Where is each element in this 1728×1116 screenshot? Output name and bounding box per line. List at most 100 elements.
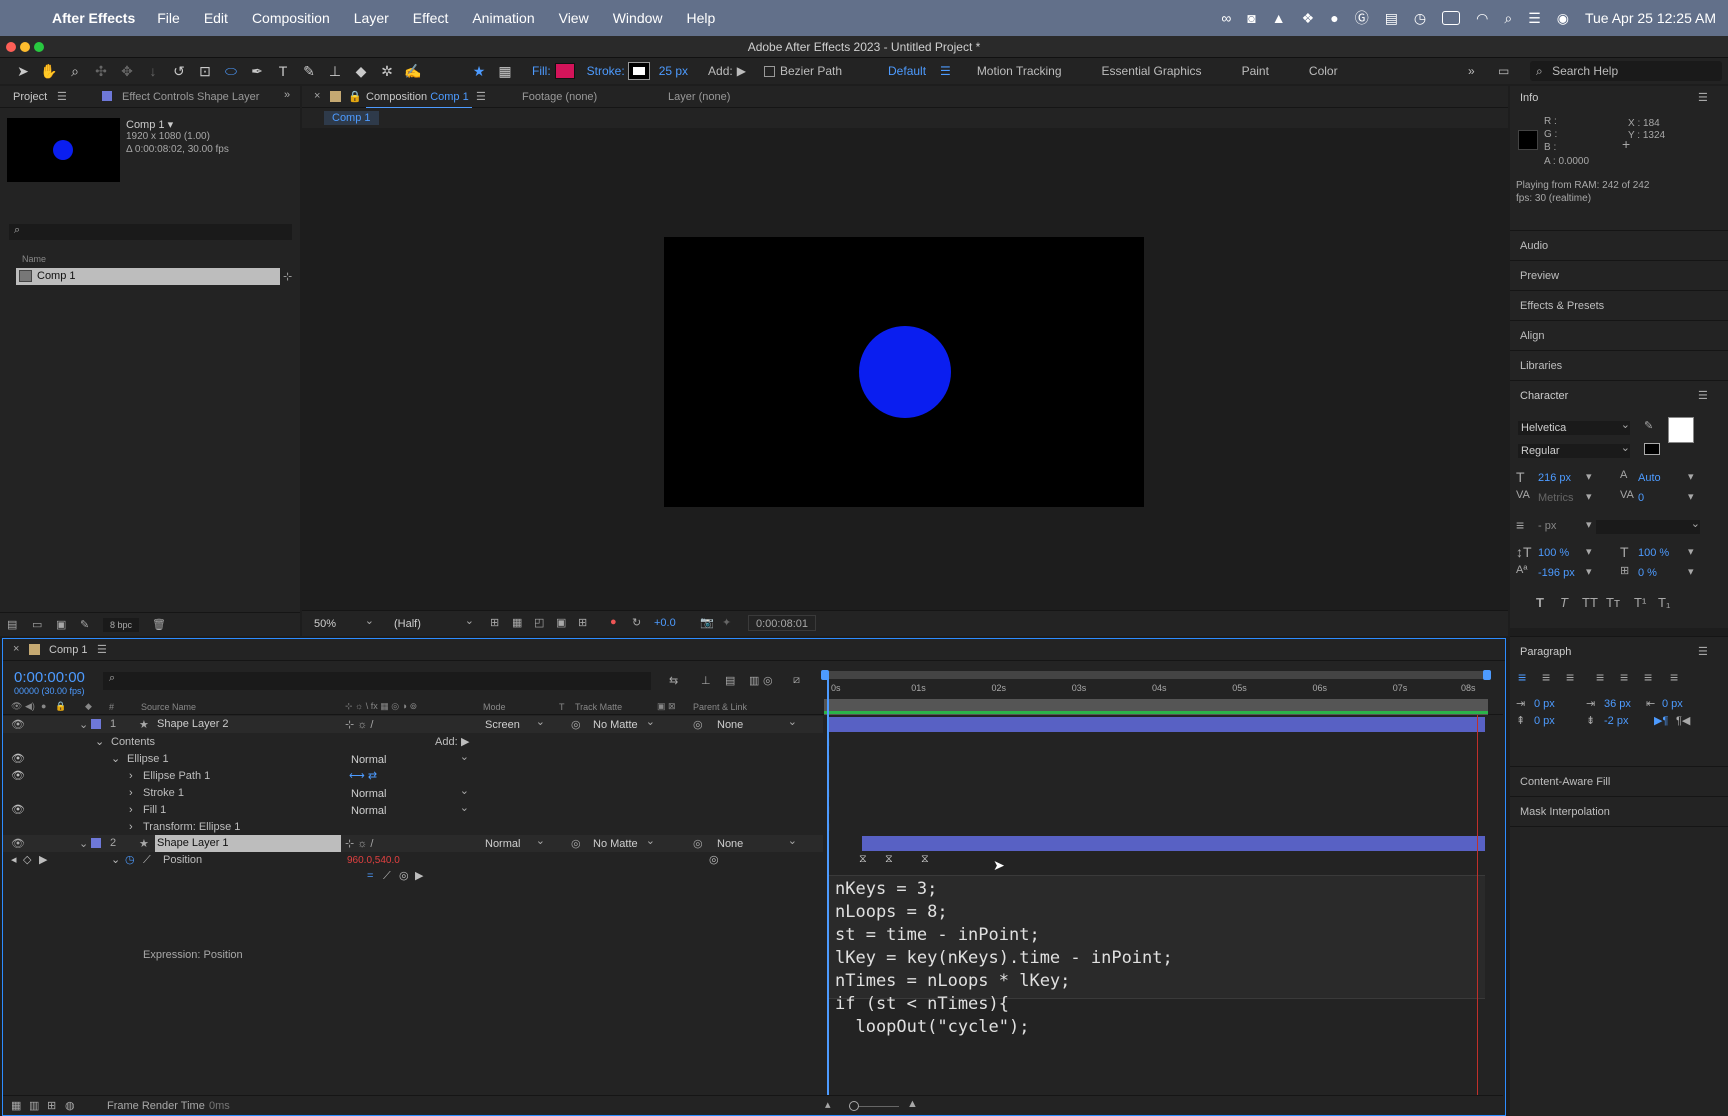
bpc-button[interactable]: 8 bpc <box>103 618 139 632</box>
layer-2-label-swatch[interactable] <box>91 838 101 848</box>
font-family-dropdown[interactable]: Helvetica <box>1518 418 1630 435</box>
kerning-value[interactable]: Metrics <box>1538 492 1573 504</box>
draft-3d-icon[interactable]: ⊥ <box>701 674 711 687</box>
grammarly-icon[interactable]: Ⓖ <box>1355 8 1369 28</box>
menu-help[interactable]: Help <box>687 10 716 26</box>
menu-window[interactable]: Window <box>613 10 663 26</box>
ellipse-group-label[interactable]: Ellipse 1 <box>127 751 169 768</box>
new-composition-icon[interactable]: ▣ <box>56 618 66 631</box>
star-snap-icon[interactable]: ★ <box>466 63 492 80</box>
stroke-blend-dropdown[interactable]: Normal <box>351 784 469 801</box>
workspace-default[interactable]: Default <box>888 64 926 78</box>
app-menu[interactable]: After Effects <box>52 10 135 26</box>
justify-center-icon[interactable]: ≡ <box>1620 669 1628 685</box>
pan-behind-tool-icon[interactable]: ⊡ <box>192 63 218 80</box>
time-machine-icon[interactable]: ◷ <box>1414 10 1426 27</box>
faux-bold-button[interactable]: T <box>1536 595 1544 610</box>
transform-twirl-icon[interactable]: › <box>129 819 133 836</box>
fast-preview-icon[interactable]: ⊞ <box>490 616 499 629</box>
indent-first-value[interactable]: 36 px <box>1604 698 1631 710</box>
expression-line-2[interactable]: nLoops = 8; <box>835 901 1485 924</box>
expression-line-5[interactable]: nTimes = nLoops * lKey; <box>835 970 1485 993</box>
font-size-value[interactable]: 216 px <box>1538 472 1571 484</box>
siri-icon[interactable]: ◉ <box>1557 10 1569 27</box>
menu-composition[interactable]: Composition <box>252 10 330 26</box>
channel-icon[interactable]: ● <box>610 616 617 628</box>
project-item-comp-1[interactable]: Comp 1 <box>16 268 280 285</box>
layer-row-2[interactable]: 👁 ⌄ 2 ★ Shape Layer 1 ⊹ ☼ / Normal ◎ No … <box>3 834 823 852</box>
tab-composition[interactable]: Composition Comp 1 <box>366 91 469 103</box>
show-snapshot-icon[interactable]: ✦ <box>722 616 731 629</box>
transform-label[interactable]: Transform: Ellipse 1 <box>143 819 240 836</box>
keyframe-3[interactable]: ⧖ <box>921 853 929 866</box>
menu-edit[interactable]: Edit <box>204 10 228 26</box>
layer-1-pickwhip-icon[interactable]: ◎ <box>693 718 703 731</box>
panel-menu-icon[interactable]: ☰ <box>57 90 67 103</box>
current-time-display[interactable]: 0:00:08:01 <box>748 615 816 631</box>
panel-effects-presets[interactable]: Effects & Presets <box>1510 290 1728 320</box>
search-help-field[interactable]: ⌕ Search Help <box>1530 61 1722 81</box>
clone-stamp-tool-icon[interactable]: ⊥ <box>322 63 348 80</box>
adjust-icon[interactable]: ✎ <box>80 618 89 631</box>
puppet-tool-icon[interactable]: ✍ <box>400 63 426 80</box>
column-parent-link[interactable]: Parent & Link <box>693 702 747 712</box>
panel-preview[interactable]: Preview <box>1510 260 1728 290</box>
menu-layer[interactable]: Layer <box>354 10 389 26</box>
grid-guides-icon[interactable]: ⊞ <box>578 616 587 629</box>
baseline-shift-dropdown-icon[interactable]: ▾ <box>1586 565 1592 578</box>
panel-audio[interactable]: Audio <box>1510 230 1728 260</box>
tab-footage[interactable]: Footage (none) <box>522 91 597 103</box>
contents-label[interactable]: Contents <box>111 734 155 751</box>
pan-tool-icon[interactable]: ✥ <box>114 63 140 80</box>
layer-2-matte-dropdown[interactable]: No Matte <box>593 834 655 851</box>
exposure-value[interactable]: +0.0 <box>654 617 676 629</box>
control-center-icon[interactable]: ☰ <box>1528 10 1541 27</box>
close-timeline-icon[interactable]: × <box>13 643 19 655</box>
keyframe-next-icon[interactable]: ▶ <box>39 852 47 869</box>
eraser-tool-icon[interactable]: ◆ <box>348 63 374 80</box>
timeline-search-field[interactable]: ⌕ <box>103 672 651 690</box>
small-caps-button[interactable]: Tт <box>1606 595 1620 610</box>
menu-file[interactable]: File <box>157 10 180 26</box>
close-tab-icon[interactable]: × <box>314 90 320 102</box>
justify-all-icon[interactable]: ≡ <box>1670 669 1678 685</box>
fill-twirl-icon[interactable]: › <box>129 802 133 819</box>
paragraph-menu-icon[interactable]: ☰ <box>1698 645 1708 658</box>
leading-dropdown-icon[interactable]: ▾ <box>1688 470 1694 483</box>
all-caps-button[interactable]: TT <box>1582 595 1598 610</box>
timeline-menu-icon[interactable]: ☰ <box>97 643 107 656</box>
fill-label[interactable]: Fill: <box>532 64 551 78</box>
blue-circle-shape[interactable] <box>859 326 951 418</box>
minimize-window-button[interactable] <box>20 42 30 52</box>
menu-effect[interactable]: Effect <box>413 10 449 26</box>
graph-editor-icon[interactable]: ⧄ <box>793 674 800 687</box>
workspace-motion-tracking[interactable]: Motion Tracking <box>977 64 1062 78</box>
motion-blur-toggle-icon[interactable]: ◎ <box>763 674 773 687</box>
render-time-icon[interactable]: ◍ <box>65 1099 75 1112</box>
stroke-style-dropdown[interactable] <box>1596 517 1700 534</box>
comp-mini-flowchart-icon[interactable]: ⇆ <box>669 674 678 687</box>
superscript-button[interactable]: T¹ <box>1634 595 1646 610</box>
hand-tool-icon[interactable]: ✋ <box>36 63 62 80</box>
camera-icon[interactable]: ◙ <box>1247 10 1255 26</box>
layer-1-switches[interactable]: ⊹ ☼ / <box>345 718 373 731</box>
layer-1-matte-dropdown[interactable]: No Matte <box>593 715 655 732</box>
layer-1-twirl-icon[interactable]: ⌄ <box>79 718 88 731</box>
ellipse-twirl-icon[interactable]: ⌄ <box>111 751 120 768</box>
new-folder-icon[interactable]: ▭ <box>32 618 42 631</box>
transparency-grid-icon[interactable]: ▦ <box>512 616 522 629</box>
indent-left-value[interactable]: 0 px <box>1534 698 1555 710</box>
ellipse-path-visibility-icon[interactable]: 👁 <box>11 768 25 785</box>
layer-2-mode-dropdown[interactable]: Normal <box>485 834 545 851</box>
stroke-width-value[interactable]: - px <box>1538 520 1556 532</box>
brush-tool-icon[interactable]: ✎ <box>296 63 322 80</box>
mask-path-icon[interactable]: ◰ <box>534 616 544 629</box>
rotate-tool-icon[interactable]: ↺ <box>166 63 192 80</box>
stopwatch-icon[interactable]: ◷ <box>125 852 135 869</box>
comp-panel-menu-icon[interactable]: ☰ <box>476 90 486 103</box>
close-window-button[interactable] <box>6 42 16 52</box>
keyframe-2[interactable]: ⧖ <box>885 853 893 866</box>
keyframe-add-icon[interactable]: ◇ <box>23 852 31 869</box>
baseline-shift-value[interactable]: -196 px <box>1538 567 1575 579</box>
vertical-scale-value[interactable]: 100 % <box>1538 547 1569 559</box>
